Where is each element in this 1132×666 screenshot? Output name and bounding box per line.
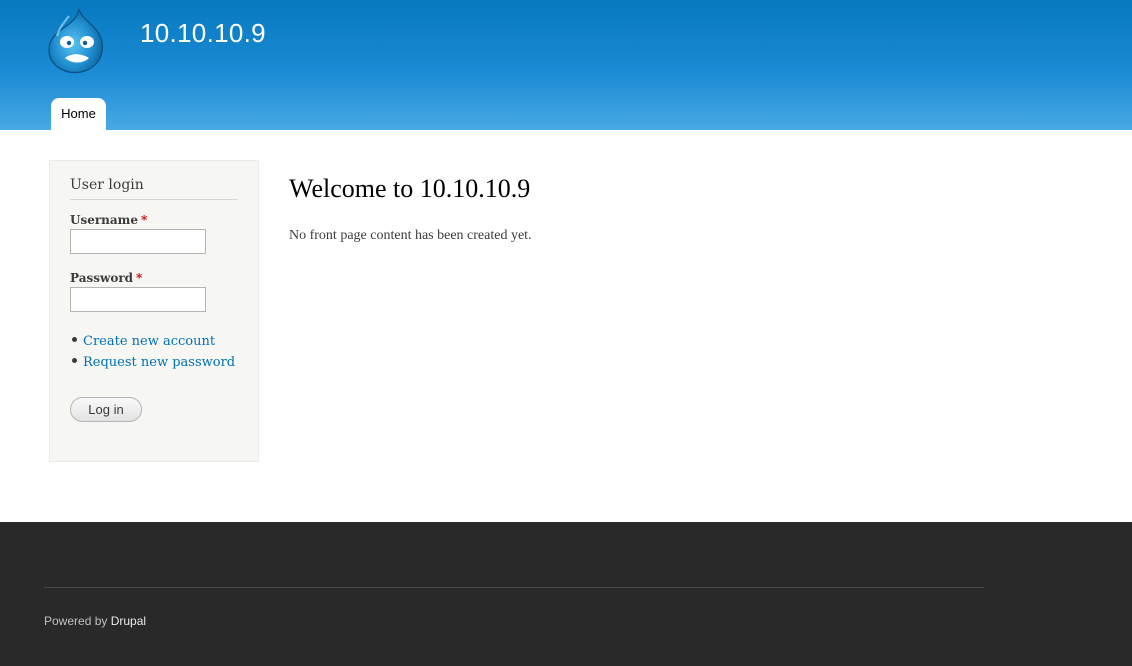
powered-by-prefix: Powered by bbox=[44, 614, 108, 628]
required-marker: * bbox=[136, 271, 143, 285]
block-title-divider bbox=[70, 199, 238, 200]
password-input[interactable] bbox=[70, 287, 206, 312]
drupal-link[interactable]: Drupal bbox=[111, 614, 146, 628]
bullet-icon bbox=[72, 358, 77, 363]
site-name-link[interactable]: 10.10.10.9 bbox=[140, 18, 266, 49]
site-footer: Powered by Drupal bbox=[0, 522, 1132, 666]
username-input[interactable] bbox=[70, 229, 206, 254]
username-label-text: Username bbox=[70, 213, 139, 227]
site-header: 10.10.10.9 Home bbox=[0, 0, 1132, 130]
front-page-message: No front page content has been created y… bbox=[289, 228, 532, 243]
user-login-block: User login Username * Password * Create ne… bbox=[49, 160, 259, 462]
password-label: Password * bbox=[70, 271, 142, 285]
page-title: Welcome to 10.10.10.9 bbox=[289, 174, 531, 203]
login-button[interactable]: Log in bbox=[70, 397, 142, 422]
list-item: Create new account bbox=[70, 331, 235, 352]
powered-by-text: Powered by Drupal bbox=[44, 614, 146, 628]
username-label: Username * bbox=[70, 213, 147, 227]
list-item: Request new password bbox=[70, 352, 235, 373]
footer-divider bbox=[44, 587, 984, 588]
account-links-list: Create new account Request new password bbox=[70, 331, 235, 373]
drupal-logo-icon[interactable] bbox=[45, 6, 109, 76]
bullet-icon bbox=[72, 337, 77, 342]
password-label-text: Password bbox=[70, 271, 134, 285]
request-password-link[interactable]: Request new password bbox=[83, 355, 235, 370]
create-account-link[interactable]: Create new account bbox=[83, 334, 215, 349]
required-marker: * bbox=[141, 213, 148, 227]
tab-home[interactable]: Home bbox=[51, 98, 106, 130]
block-title: User login bbox=[70, 177, 144, 193]
